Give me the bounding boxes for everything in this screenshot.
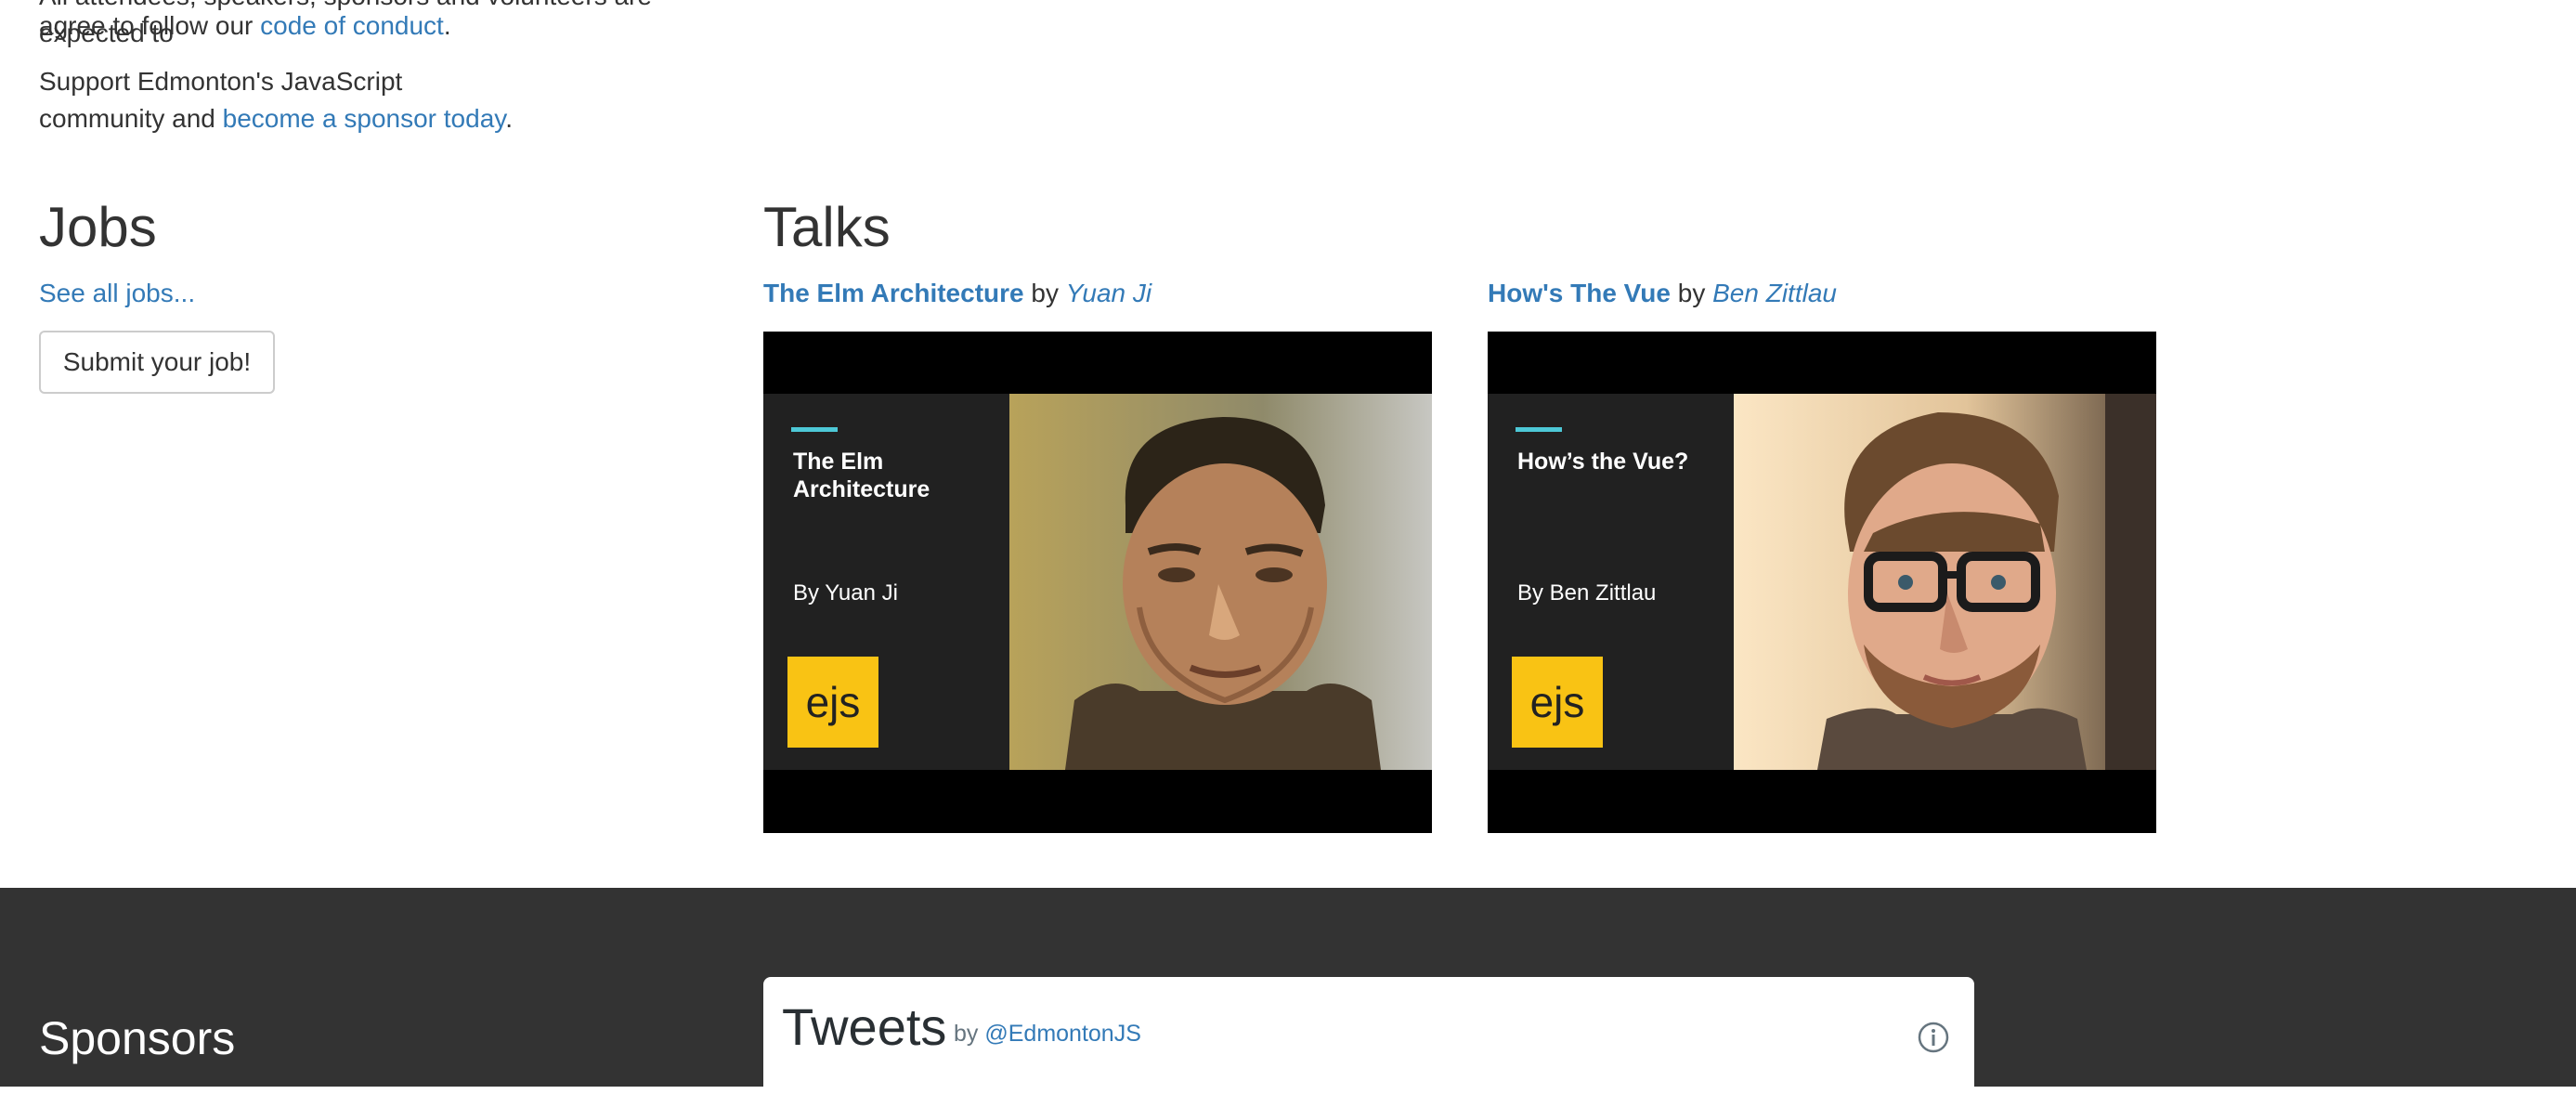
conduct-suffix: . bbox=[443, 11, 451, 40]
sponsor-suffix: . bbox=[505, 104, 513, 133]
code-of-conduct-link[interactable]: code of conduct bbox=[260, 11, 444, 40]
talk-speaker: Yuan Ji bbox=[1065, 279, 1152, 307]
twitter-handle-link[interactable]: @EdmontonJS bbox=[984, 1021, 1141, 1047]
talk-by: by bbox=[1023, 279, 1066, 307]
slide-title: The Elm Architecture bbox=[793, 449, 930, 502]
video-player-vue[interactable]: How’s the Vue? By Ben Zittlau ejs bbox=[1488, 332, 2156, 833]
slide-title: How’s the Vue? bbox=[1517, 449, 1689, 475]
ejs-logo: ejs bbox=[1512, 657, 1603, 748]
talk-title-vue: How's The Vue by Ben Zittlau bbox=[1488, 275, 1837, 312]
code-of-conduct-line: agree to follow our code of conduct. bbox=[39, 7, 708, 45]
conduct-prefix: agree to follow our bbox=[39, 11, 261, 40]
tweets-title: Tweets bbox=[782, 997, 947, 1056]
talk-link-elm[interactable]: The Elm Architecture bbox=[763, 279, 1024, 307]
accent-bar bbox=[791, 427, 838, 432]
become-sponsor-link[interactable]: become a sponsor today bbox=[223, 104, 506, 133]
ejs-logo: ejs bbox=[787, 657, 878, 748]
slide-author: By Ben Zittlau bbox=[1517, 580, 1657, 606]
tweets-widget: Tweets by @EdmontonJS bbox=[763, 977, 1974, 1107]
info-icon[interactable] bbox=[1918, 1022, 1949, 1053]
submit-job-button[interactable]: Submit your job! bbox=[39, 331, 275, 394]
talk-title-elm: The Elm Architecture by Yuan Ji bbox=[763, 275, 1151, 312]
talks-heading: Talks bbox=[763, 196, 891, 258]
accent-bar bbox=[1516, 427, 1562, 432]
talk-by: by bbox=[1670, 279, 1713, 307]
tweets-by-text: by bbox=[954, 1021, 985, 1047]
talk-link-vue[interactable]: How's The Vue bbox=[1488, 279, 1671, 307]
video-player-elm[interactable]: The Elm Architecture By Yuan Ji ejs bbox=[763, 332, 1432, 833]
tweets-by: by @EdmontonJS bbox=[954, 1020, 1141, 1048]
speaker-photo bbox=[1734, 394, 2156, 770]
sponsor-line: Support Edmonton's JavaScript community … bbox=[39, 63, 522, 137]
speaker-photo bbox=[1009, 394, 1432, 770]
jobs-heading: Jobs bbox=[39, 196, 157, 258]
slide-author: By Yuan Ji bbox=[793, 580, 898, 606]
see-all-jobs-link[interactable]: See all jobs... bbox=[39, 275, 195, 312]
sponsors-heading: Sponsors bbox=[39, 1012, 236, 1064]
talk-speaker: Ben Zittlau bbox=[1712, 279, 1837, 307]
